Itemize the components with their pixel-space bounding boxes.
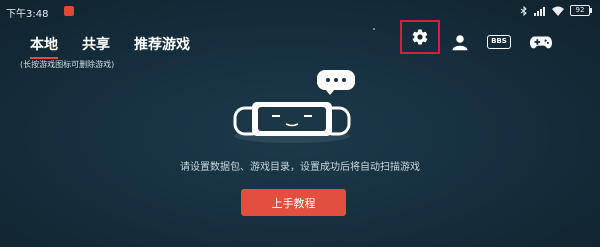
status-time: 下午3:48 bbox=[6, 9, 49, 20]
empty-state-message: 请设置数据包、游戏目录，设置成功后将自动扫描游戏 bbox=[180, 162, 420, 173]
decorative-dot bbox=[373, 28, 375, 30]
forum-button[interactable]: BBS bbox=[486, 28, 512, 56]
game-console-illustration bbox=[233, 102, 351, 143]
profile-button[interactable] bbox=[448, 28, 472, 56]
notification-app-icon bbox=[64, 6, 74, 16]
tutorial-button[interactable]: 上手教程 bbox=[241, 189, 346, 216]
tab-recommended-games[interactable]: 推荐游戏 bbox=[134, 34, 190, 54]
speech-bubble-icon bbox=[317, 70, 355, 95]
wifi-icon bbox=[552, 6, 564, 16]
battery-indicator: 92 bbox=[570, 5, 592, 16]
bluetooth-icon bbox=[520, 5, 527, 16]
bbs-icon: BBS bbox=[487, 35, 511, 49]
gamepad-button[interactable] bbox=[528, 28, 554, 56]
gamepad-icon bbox=[530, 36, 552, 49]
signal-icon bbox=[534, 6, 545, 16]
top-toolbar: BBS bbox=[400, 20, 600, 58]
status-bar: 下午3:48 92 bbox=[0, 0, 600, 22]
settings-button[interactable] bbox=[400, 20, 440, 54]
user-icon bbox=[452, 35, 468, 51]
tab-share[interactable]: 共享 bbox=[82, 34, 110, 54]
gear-icon bbox=[412, 29, 428, 45]
status-indicators: 92 bbox=[520, 5, 592, 16]
tab-local[interactable]: 本地 bbox=[30, 34, 58, 59]
tab-bar: 本地 共享 推荐游戏 bbox=[30, 34, 190, 59]
delete-hint: (长按游戏图标可删除游戏) bbox=[20, 60, 115, 69]
